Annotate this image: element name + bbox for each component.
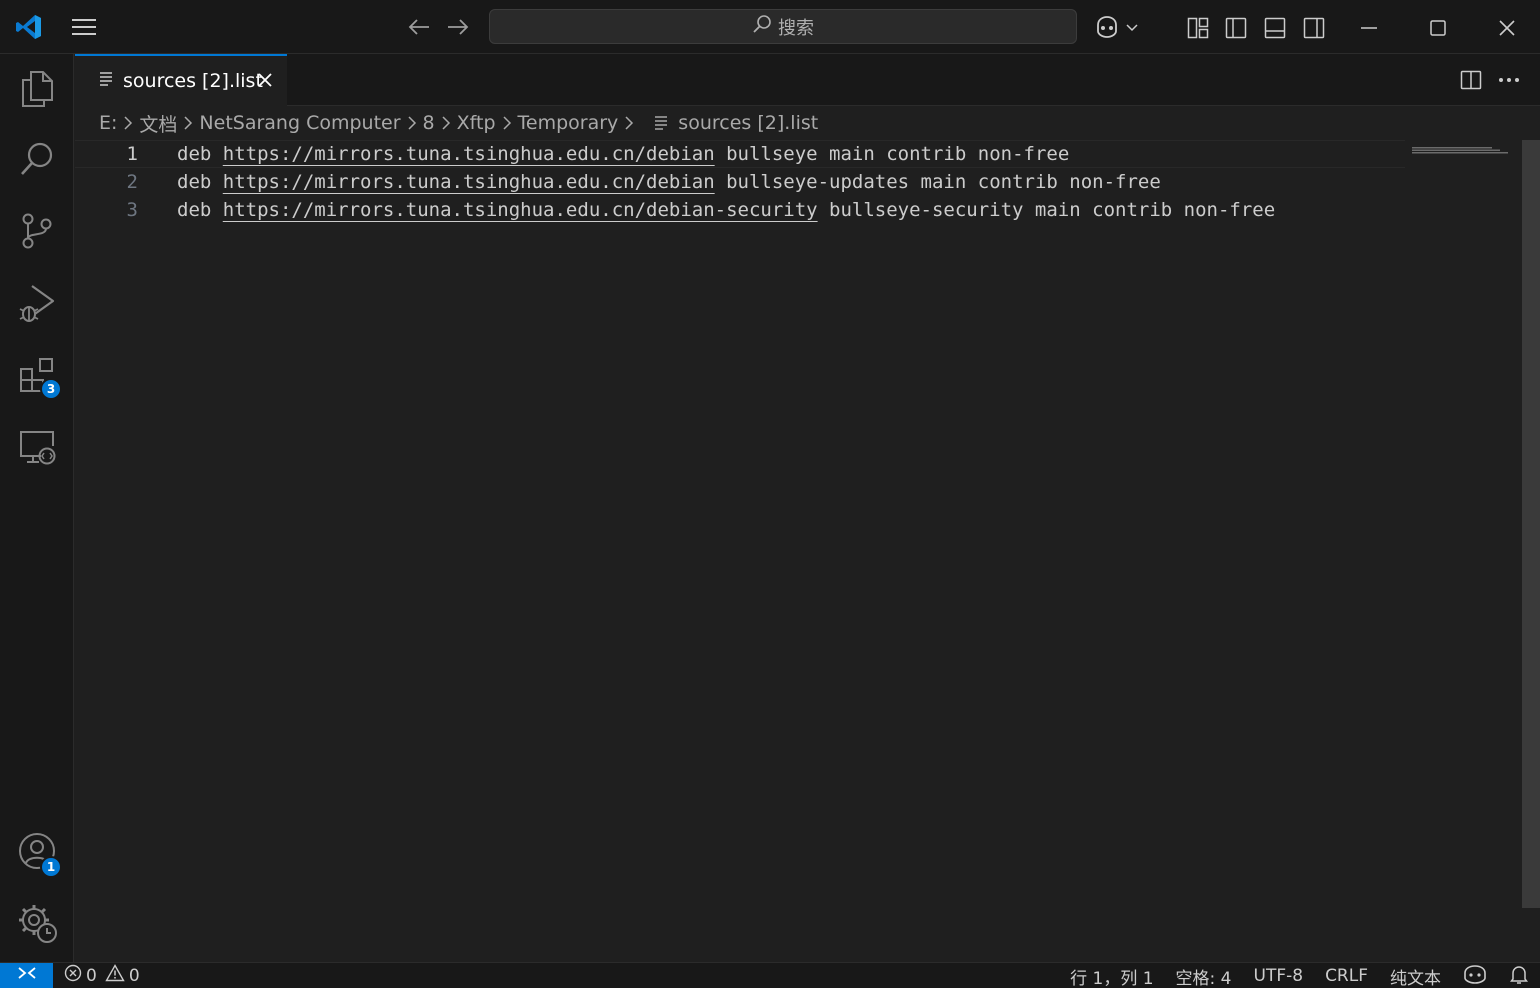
activity-accounts[interactable]: 1 — [0, 818, 74, 888]
error-icon — [64, 964, 82, 987]
warning-icon — [105, 964, 125, 987]
chevron-right-icon — [502, 116, 512, 130]
code-text: bullseye-updates main contrib non-free — [714, 171, 1161, 193]
vscode-logo-icon — [14, 12, 44, 42]
line-number: 1 — [126, 143, 138, 165]
line-content: deb https://mirrors.tuna.tsinghua.edu.cn… — [177, 143, 1069, 165]
chevron-right-icon — [441, 116, 451, 130]
copilot-icon — [1463, 964, 1487, 988]
activity-remote-explorer[interactable] — [0, 414, 74, 484]
code-line[interactable]: 2 deb https://mirrors.tuna.tsinghua.edu.… — [75, 168, 1405, 196]
more-actions-icon[interactable] — [1495, 68, 1523, 92]
extensions-badge: 3 — [40, 378, 62, 400]
bell-icon — [1509, 964, 1529, 988]
text-file-icon — [654, 115, 668, 131]
close-icon[interactable] — [1490, 14, 1524, 42]
vertical-scrollbar[interactable] — [1522, 140, 1540, 908]
breadcrumb-file[interactable]: sources [2].list — [678, 112, 818, 134]
text-file-icon — [99, 70, 113, 92]
chevron-right-icon — [624, 116, 634, 130]
go-back-icon[interactable] — [404, 14, 434, 40]
code-keyword: deb — [177, 171, 223, 193]
problems-indicator[interactable]: 0 0 — [53, 963, 151, 988]
code-keyword: deb — [177, 143, 223, 165]
indentation[interactable]: 空格: 4 — [1165, 963, 1243, 988]
chevron-right-icon — [407, 116, 417, 130]
breadcrumb-xftp[interactable]: Xftp — [457, 112, 496, 134]
code-link[interactable]: https://mirrors.tuna.tsinghua.edu.cn/deb… — [223, 171, 715, 193]
breadcrumb-temporary[interactable]: Temporary — [518, 112, 619, 134]
breadcrumb-netsarang[interactable]: NetSarang Computer — [199, 112, 400, 134]
notifications-button[interactable] — [1498, 963, 1540, 988]
run-debug-icon — [18, 283, 56, 327]
accounts-badge: 1 — [40, 856, 62, 878]
line-content: deb https://mirrors.tuna.tsinghua.edu.cn… — [177, 199, 1275, 221]
error-count: 0 — [86, 965, 97, 986]
search-icon — [752, 14, 772, 39]
code-text: bullseye main contrib non-free — [714, 143, 1070, 165]
activity-extensions[interactable]: 3 — [0, 342, 74, 412]
toggle-primary-sidebar-icon[interactable] — [1222, 14, 1250, 42]
remote-explorer-icon — [17, 428, 57, 470]
hamburger-menu-icon[interactable] — [68, 14, 100, 40]
code-line[interactable]: 1 deb https://mirrors.tuna.tsinghua.edu.… — [75, 140, 1405, 168]
tab-sources-list[interactable]: sources [2].list — [75, 54, 287, 106]
line-number: 2 — [126, 171, 138, 193]
copilot-status[interactable] — [1452, 963, 1498, 988]
status-bar-right: 行 1，列 1 空格: 4 UTF-8 CRLF 纯文本 — [1059, 963, 1540, 988]
search-placeholder: 搜索 — [778, 17, 814, 39]
remote-indicator-button[interactable] — [0, 962, 53, 988]
activity-manage[interactable] — [0, 890, 74, 960]
maximize-icon[interactable] — [1421, 14, 1455, 42]
chevron-right-icon — [123, 116, 133, 130]
gear-icon — [16, 902, 58, 948]
code-line[interactable]: 3 deb https://mirrors.tuna.tsinghua.edu.… — [75, 196, 1405, 224]
encoding[interactable]: UTF-8 — [1243, 963, 1315, 988]
editor-tab-bar: sources [2].list — [75, 54, 1540, 106]
activity-explorer[interactable] — [0, 56, 74, 126]
breadcrumb-version[interactable]: 8 — [423, 112, 435, 134]
toggle-panel-icon[interactable] — [1261, 14, 1289, 42]
line-ending[interactable]: CRLF — [1314, 963, 1379, 988]
code-link[interactable]: https://mirrors.tuna.tsinghua.edu.cn/deb… — [223, 143, 715, 165]
remote-icon — [17, 965, 37, 986]
line-number: 3 — [126, 199, 138, 221]
code-link[interactable]: https://mirrors.tuna.tsinghua.edu.cn/deb… — [223, 199, 818, 221]
minimap[interactable] — [1412, 140, 1508, 154]
customize-layout-icon[interactable] — [1184, 14, 1212, 42]
source-control-icon — [20, 212, 54, 254]
copilot-icon[interactable] — [1092, 13, 1142, 41]
language-mode[interactable]: 纯文本 — [1379, 963, 1452, 988]
activity-run-debug[interactable] — [0, 270, 74, 340]
minimize-icon[interactable] — [1352, 14, 1386, 42]
split-editor-icon[interactable] — [1457, 68, 1485, 92]
files-icon — [19, 70, 55, 112]
toggle-secondary-sidebar-icon[interactable] — [1300, 14, 1328, 42]
warning-count: 0 — [128, 965, 140, 986]
status-bar: 0 0 行 1，列 1 空格: 4 UTF-8 CRLF 纯文本 — [0, 962, 1540, 988]
cursor-position[interactable]: 行 1，列 1 — [1059, 963, 1164, 988]
code-text: bullseye-security main contrib non-free — [817, 199, 1276, 221]
breadcrumb-documents[interactable]: 文档 — [139, 110, 177, 137]
line-content: deb https://mirrors.tuna.tsinghua.edu.cn… — [177, 171, 1161, 193]
close-tab-icon[interactable] — [255, 70, 275, 95]
search-icon — [19, 141, 55, 181]
chevron-right-icon — [183, 116, 193, 130]
breadcrumb: E: 文档 NetSarang Computer 8 Xftp Temporar… — [75, 106, 818, 140]
activity-search[interactable] — [0, 126, 74, 196]
go-forward-icon[interactable] — [443, 14, 473, 40]
activity-bar: 3 1 — [0, 54, 74, 962]
activity-source-control[interactable] — [0, 198, 74, 268]
editor-area[interactable]: 1 deb https://mirrors.tuna.tsinghua.edu.… — [75, 140, 1540, 962]
breadcrumb-drive[interactable]: E: — [99, 112, 117, 134]
code-keyword: deb — [177, 199, 223, 221]
command-center-search[interactable]: 搜索 — [489, 9, 1077, 44]
tab-label: sources [2].list — [123, 70, 263, 92]
title-bar: 搜索 — [0, 0, 1540, 54]
